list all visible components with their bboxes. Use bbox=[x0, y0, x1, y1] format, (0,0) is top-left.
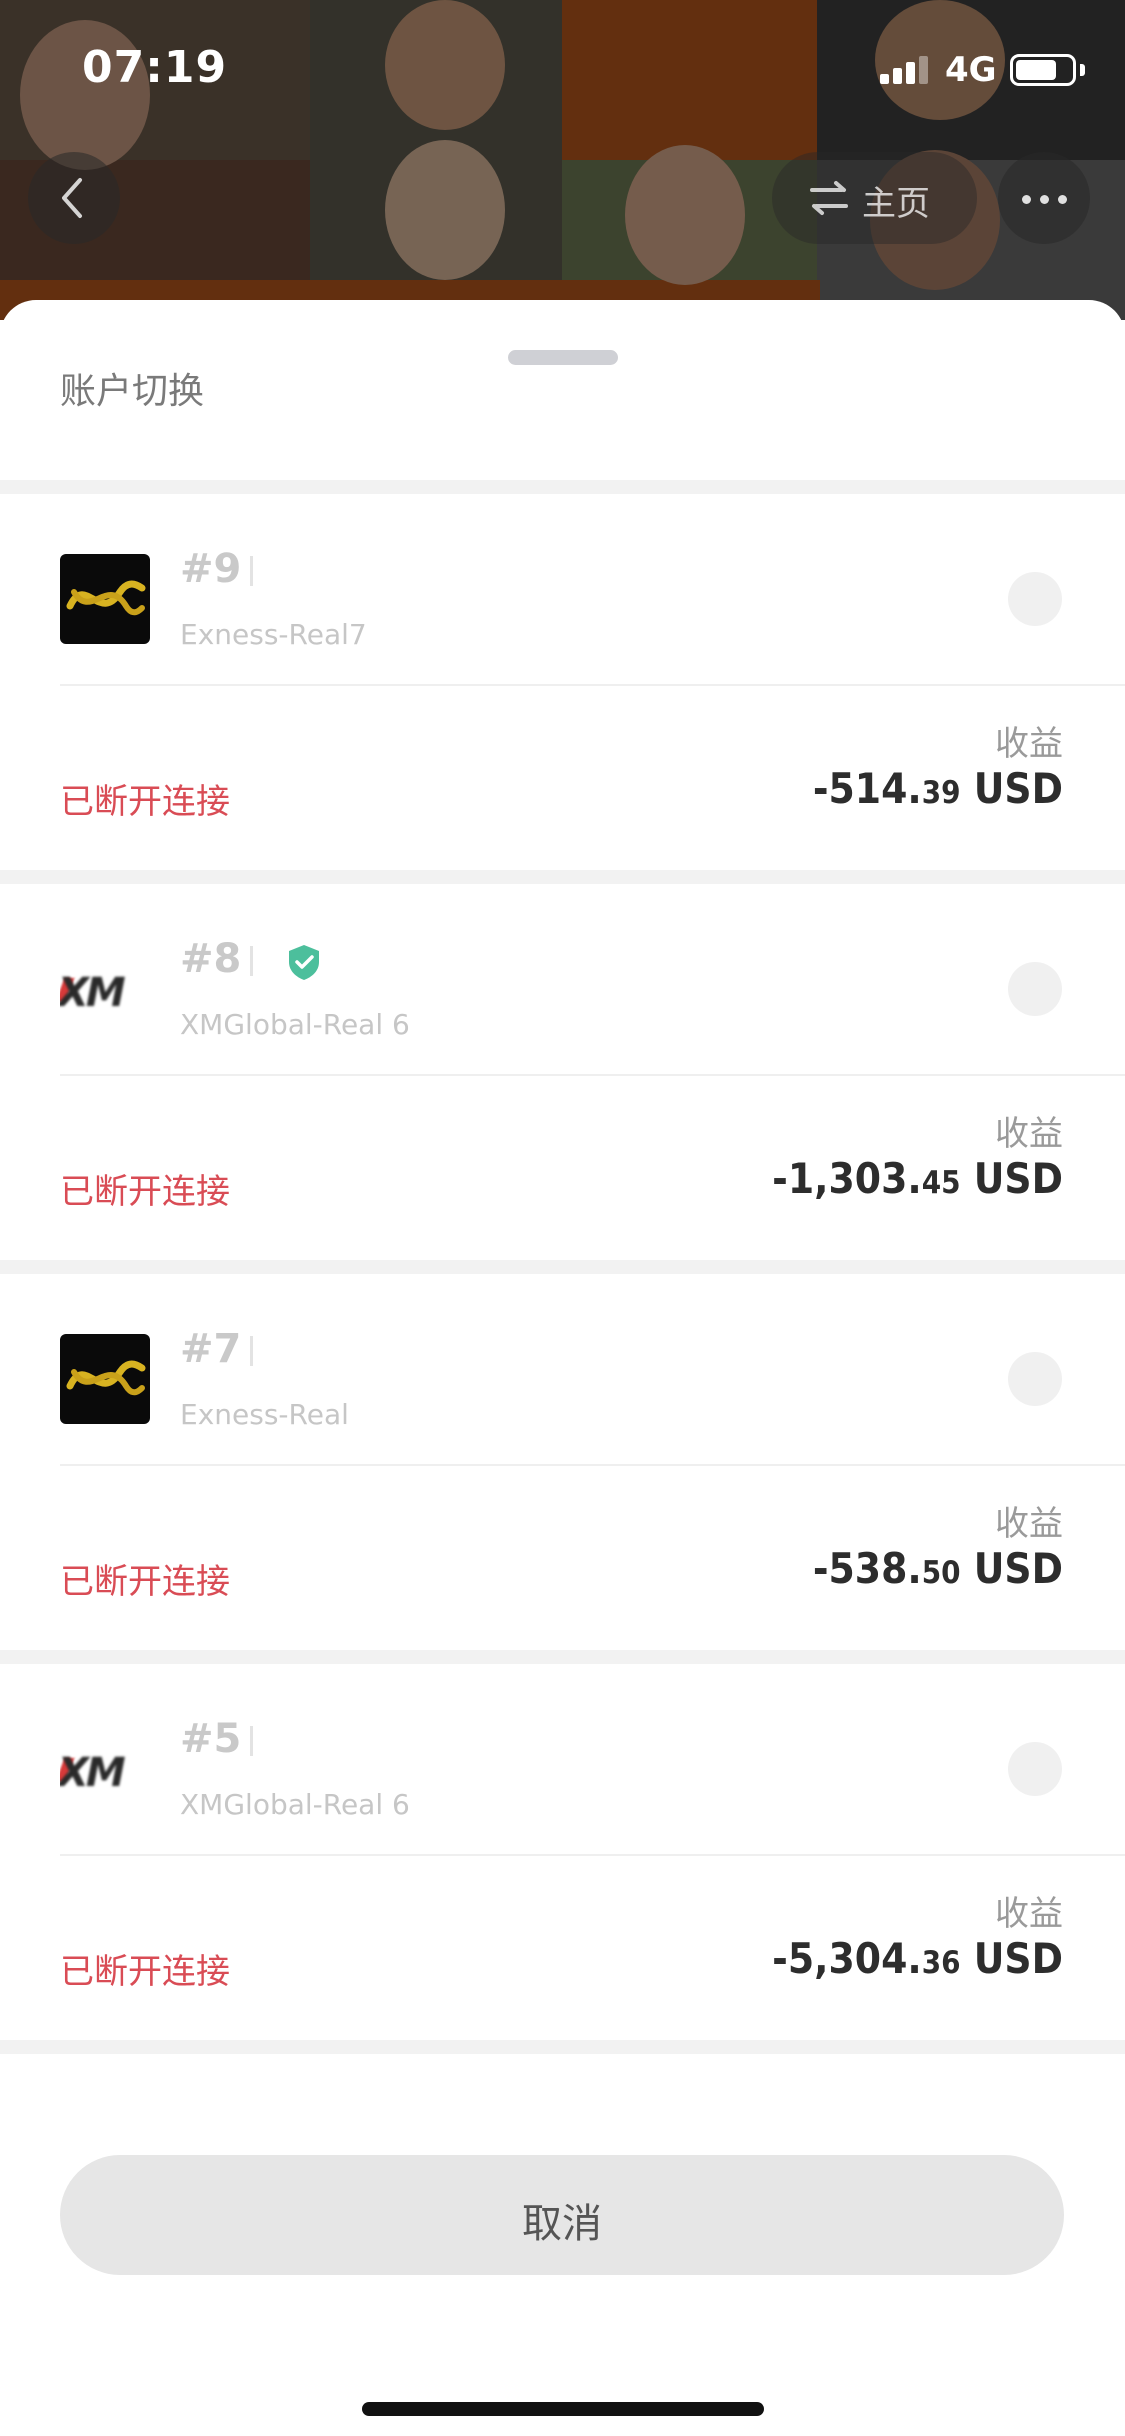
chevron-left-icon bbox=[62, 178, 82, 218]
profit-label: 收益 bbox=[995, 724, 1063, 764]
network-label: 4G bbox=[945, 50, 997, 90]
account-card[interactable]: #9 Exness-Real7 已断开连接 收益 -514.39 USD bbox=[0, 494, 1125, 870]
connection-status: 已断开连接 bbox=[60, 1562, 230, 1602]
divider bbox=[0, 870, 1125, 884]
more-dots-icon bbox=[1022, 195, 1031, 204]
profit-value: -1,303.45 USD bbox=[772, 1154, 1063, 1203]
home-switch-button[interactable]: 主页 bbox=[772, 152, 977, 244]
more-button[interactable] bbox=[998, 152, 1090, 244]
battery-icon bbox=[1010, 54, 1076, 86]
connection-status: 已断开连接 bbox=[60, 1172, 230, 1212]
account-server: XMGlobal-Real 6 bbox=[180, 1008, 410, 1041]
status-bar: 07:19 4G bbox=[0, 0, 1125, 140]
sheet-grabber[interactable] bbox=[508, 350, 618, 365]
divider bbox=[60, 684, 1125, 686]
account-list: #9 Exness-Real7 已断开连接 收益 -514.39 USD XM … bbox=[0, 494, 1125, 2054]
battery-cap bbox=[1080, 64, 1085, 76]
select-radio[interactable] bbox=[1008, 962, 1062, 1016]
home-indicator[interactable] bbox=[362, 2402, 764, 2416]
separator bbox=[250, 946, 253, 976]
screen: 07:19 4G 主页 账户切换 #9 Exness-Real7 已断开连接 收… bbox=[0, 0, 1125, 2436]
sheet-title: 账户切换 bbox=[60, 371, 205, 412]
select-radio[interactable] bbox=[1008, 1742, 1062, 1796]
profit-label: 收益 bbox=[995, 1504, 1063, 1544]
account-number: #5 bbox=[180, 1716, 242, 1762]
account-switch-sheet: 账户切换 #9 Exness-Real7 已断开连接 收益 -514.39 US… bbox=[0, 300, 1125, 2436]
divider bbox=[60, 1464, 1125, 1466]
exness-logo-icon bbox=[60, 554, 150, 644]
divider bbox=[0, 1650, 1125, 1664]
profit-value: -538.50 USD bbox=[812, 1544, 1063, 1593]
select-radio[interactable] bbox=[1008, 572, 1062, 626]
account-server: Exness-Real bbox=[180, 1398, 349, 1431]
divider bbox=[0, 480, 1125, 494]
account-number: #8 bbox=[180, 936, 242, 982]
profit-value: -5,304.36 USD bbox=[772, 1934, 1063, 1983]
profit-label: 收益 bbox=[995, 1894, 1063, 1934]
separator bbox=[250, 556, 253, 586]
account-number: #7 bbox=[180, 1326, 242, 1372]
separator bbox=[250, 1336, 253, 1366]
divider bbox=[60, 1074, 1125, 1076]
account-server: Exness-Real7 bbox=[180, 618, 367, 651]
cancel-button[interactable]: 取消 bbox=[60, 2155, 1064, 2275]
home-label: 主页 bbox=[862, 184, 930, 224]
account-card[interactable]: XM #8 XMGlobal-Real 6 已断开连接 收益 -1,303.45… bbox=[0, 884, 1125, 1260]
account-card[interactable]: #7 Exness-Real 已断开连接 收益 -538.50 USD bbox=[0, 1274, 1125, 1650]
account-server: XMGlobal-Real 6 bbox=[180, 1788, 410, 1821]
back-button[interactable] bbox=[28, 152, 120, 244]
divider bbox=[0, 1260, 1125, 1274]
verified-shield-icon bbox=[289, 945, 319, 980]
profit-value: -514.39 USD bbox=[812, 764, 1063, 813]
exness-logo-icon bbox=[60, 1334, 150, 1424]
xm-logo-icon: XM bbox=[60, 944, 150, 1034]
cancel-area: 取消 bbox=[0, 2120, 1125, 2436]
status-time: 07:19 bbox=[82, 42, 228, 93]
connection-status: 已断开连接 bbox=[60, 1952, 230, 1992]
account-number: #9 bbox=[180, 546, 242, 592]
cancel-label: 取消 bbox=[522, 2201, 602, 2247]
connection-status: 已断开连接 bbox=[60, 782, 230, 822]
select-radio[interactable] bbox=[1008, 1352, 1062, 1406]
signal-icon bbox=[880, 56, 928, 84]
separator bbox=[250, 1726, 253, 1756]
account-card[interactable]: XM #5 XMGlobal-Real 6 已断开连接 收益 -5,304.36… bbox=[0, 1664, 1125, 2040]
divider bbox=[0, 2040, 1125, 2054]
xm-logo-icon: XM bbox=[60, 1724, 150, 1814]
swap-arrows-icon bbox=[810, 181, 848, 215]
divider bbox=[60, 1854, 1125, 1856]
profit-label: 收益 bbox=[995, 1114, 1063, 1154]
